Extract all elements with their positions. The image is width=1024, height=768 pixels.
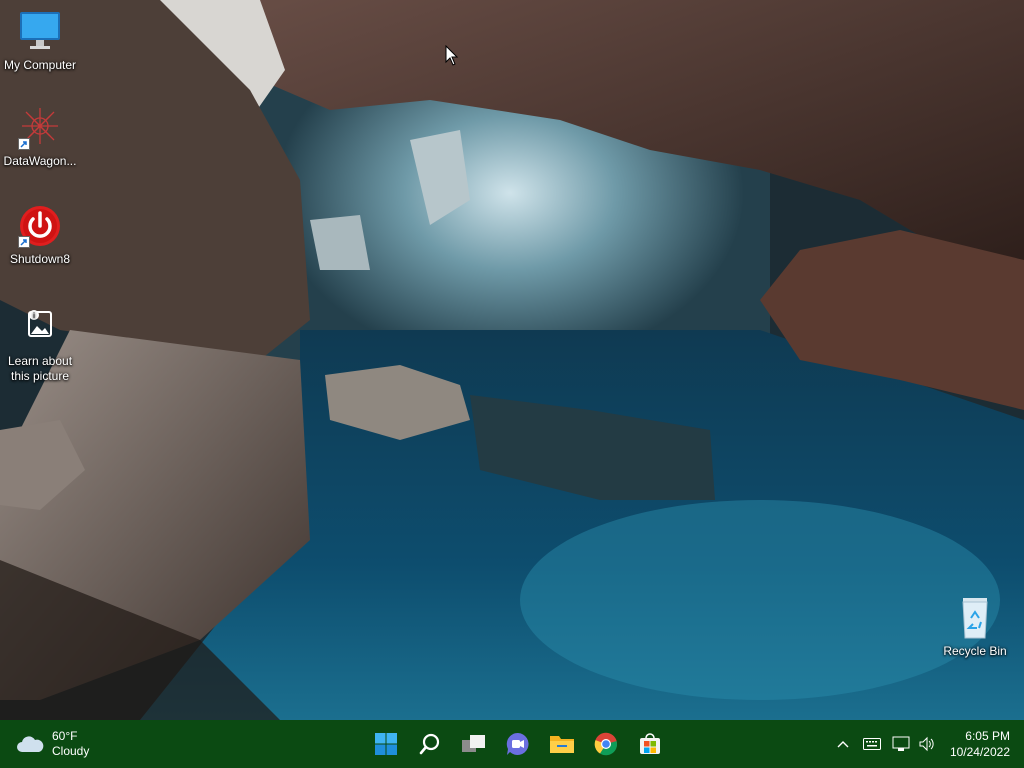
desktop-icon-label: Learn about this picture	[7, 354, 73, 383]
task-view-button[interactable]	[452, 724, 496, 764]
show-hidden-icons-button[interactable]	[830, 732, 856, 756]
desktop-icon-label: Recycle Bin	[943, 644, 1007, 658]
datawagon-icon	[16, 106, 64, 150]
weather-condition: Cloudy	[52, 744, 90, 758]
desktop-icon-recycle-bin[interactable]: Recycle Bin	[935, 596, 1015, 659]
power-icon	[16, 204, 64, 248]
chat-button[interactable]	[496, 724, 540, 764]
cloud-icon	[16, 734, 44, 754]
clock-time: 6:05 PM	[965, 729, 1010, 743]
desktop-wallpaper	[0, 0, 1024, 720]
microsoft-store-icon	[640, 733, 660, 754]
desktop-icon-shutdown8[interactable]: Shutdown8	[0, 204, 80, 267]
desktop-icon-learn-about-picture[interactable]: i Learn about this picture	[0, 306, 80, 384]
weather-widget[interactable]: 60°F Cloudy	[16, 728, 89, 760]
volume-button[interactable]	[914, 732, 940, 756]
task-view-icon	[462, 735, 485, 752]
system-tray: 6:05 PM 10/24/2022	[830, 720, 1024, 768]
keyboard-icon	[862, 738, 881, 750]
recycle-bin-icon	[951, 596, 999, 640]
monitor-icon	[16, 10, 64, 54]
search-button[interactable]	[408, 724, 452, 764]
picture-info-icon: i	[16, 306, 64, 350]
speaker-icon	[919, 736, 934, 752]
file-explorer-button[interactable]	[540, 724, 584, 764]
chrome-icon	[594, 732, 618, 756]
taskbar-pinned-apps	[364, 724, 672, 764]
network-icon	[892, 736, 910, 751]
search-icon	[419, 733, 440, 755]
microsoft-store-button[interactable]	[628, 724, 672, 764]
shortcut-arrow-icon	[18, 236, 30, 248]
chat-icon	[506, 732, 529, 755]
desktop-icon-label: Shutdown8	[9, 252, 71, 266]
clock-date: 10/24/2022	[949, 745, 1010, 759]
network-button[interactable]	[888, 732, 914, 756]
file-explorer-icon	[550, 736, 574, 753]
weather-temperature: 60°F	[52, 729, 78, 743]
desktop-icon-label: DataWagon...	[3, 154, 77, 168]
touch-keyboard-button[interactable]	[856, 732, 888, 756]
shortcut-arrow-icon	[18, 138, 30, 150]
desktop-icon-datawagon[interactable]: DataWagon...	[0, 106, 80, 169]
taskbar: 60°F Cloudy 6:05 PM 10/24/2022	[0, 720, 1024, 768]
start-icon	[375, 733, 397, 755]
desktop-icon-label: My Computer	[3, 58, 77, 72]
start-button[interactable]	[364, 724, 408, 764]
chrome-button[interactable]	[584, 724, 628, 764]
clock[interactable]: 6:05 PM 10/24/2022	[940, 728, 1024, 760]
mouse-cursor-icon	[445, 44, 459, 72]
chevron-up-icon	[837, 741, 849, 748]
desktop-icon-my-computer[interactable]: My Computer	[0, 10, 80, 73]
svg-text:i: i	[33, 311, 35, 320]
